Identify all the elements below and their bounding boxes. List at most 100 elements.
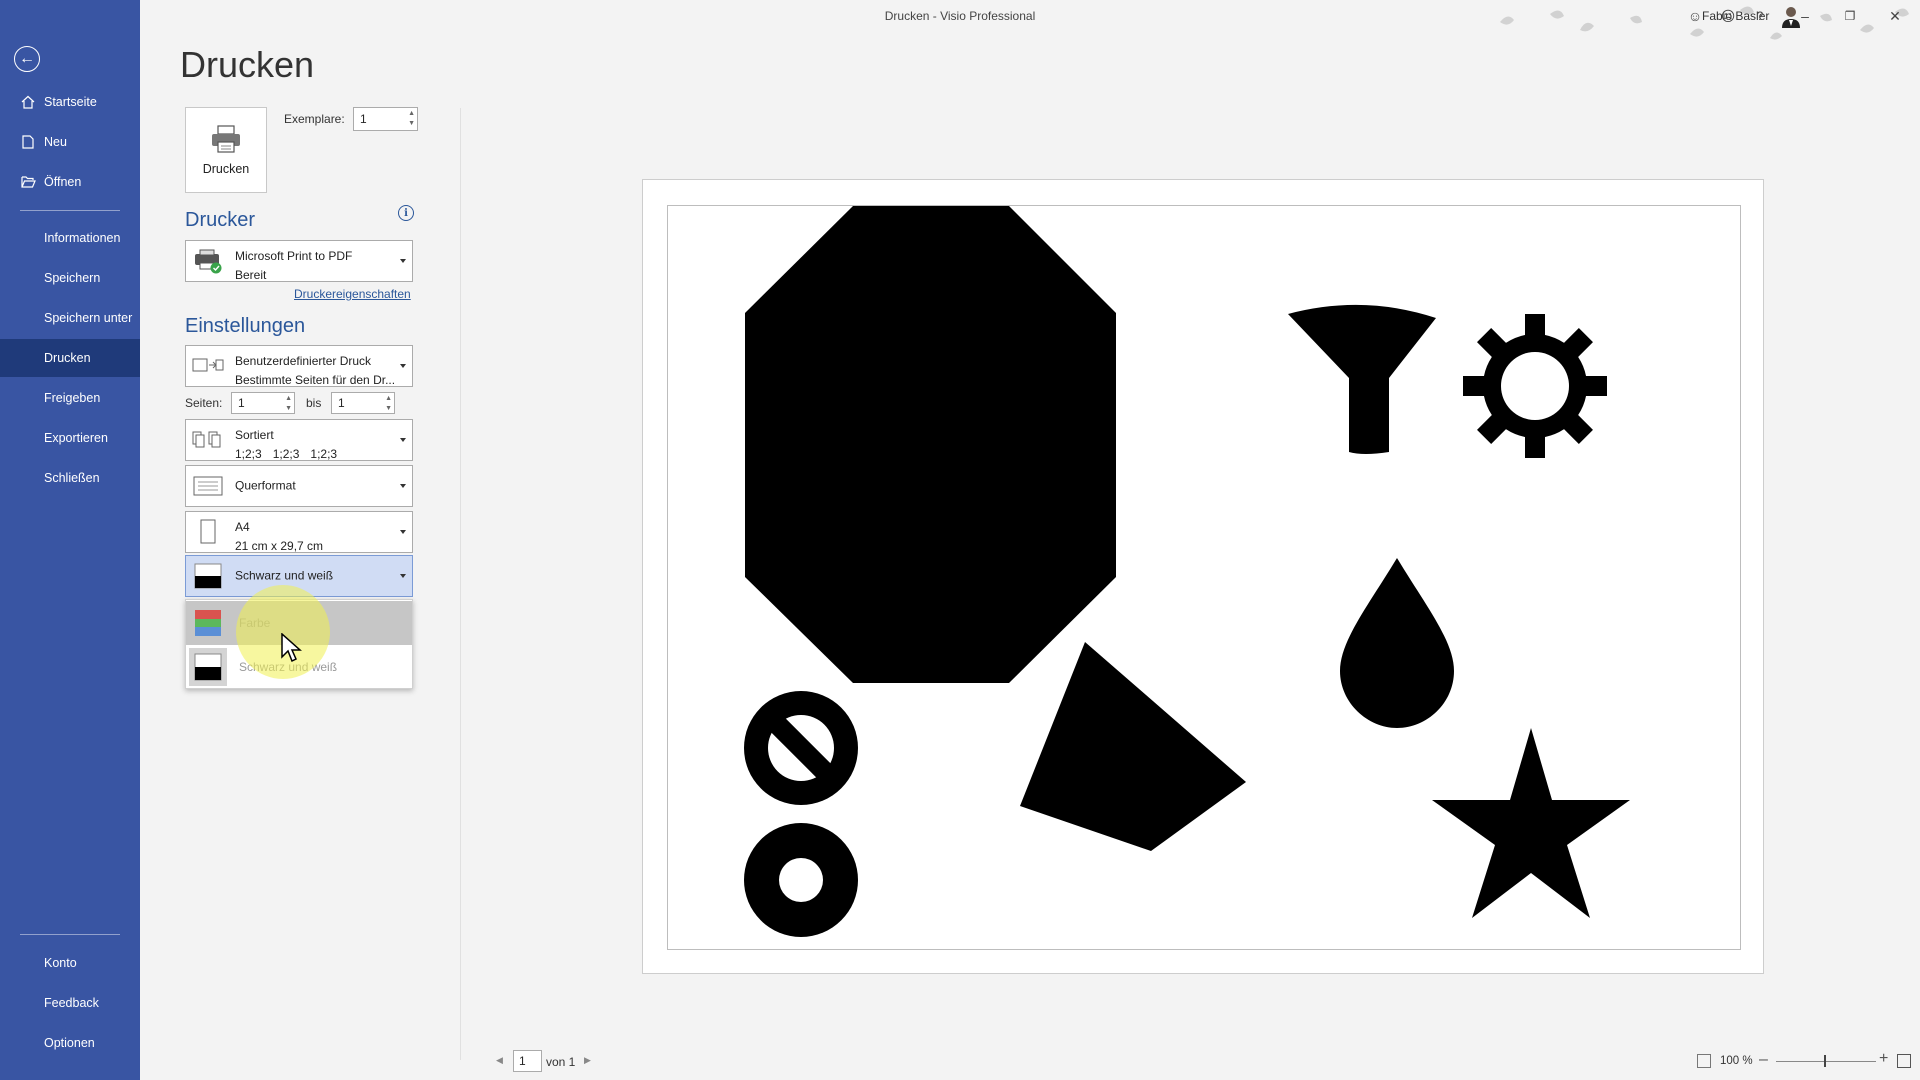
- paper-size-icon: [192, 519, 224, 545]
- sidebar-item-label: Schließen: [44, 471, 100, 485]
- sidebar-item-label: Startseite: [44, 95, 97, 109]
- restore-icon[interactable]: ❐: [1840, 6, 1860, 26]
- print-button-label: Drucken: [202, 162, 250, 176]
- sidebar-item-freigeben[interactable]: Freigeben: [0, 379, 140, 417]
- collation-seq-item: 1;2;3: [235, 447, 262, 461]
- collation-sequence: 1;2;3 1;2;3 1;2;3: [235, 445, 348, 464]
- gear-shape: [1463, 314, 1607, 458]
- funnel-shape: [1288, 304, 1436, 454]
- paper-size-text: A4 21 cm x 29,7 cm: [235, 518, 323, 556]
- octagon-shape: [745, 206, 1116, 683]
- sidebar-item-feedback[interactable]: Feedback: [0, 984, 140, 1022]
- spin-arrows-icon[interactable]: ▲ ▼: [385, 394, 392, 414]
- landscape-icon: [192, 473, 224, 499]
- orientation-dropdown[interactable]: Querformat: [185, 465, 413, 507]
- custom-print-icon: [192, 353, 224, 379]
- pages-from-value: 1: [238, 396, 245, 410]
- sidebar-item-label: Drucken: [44, 351, 91, 365]
- print-preview-page: [642, 179, 1764, 974]
- close-icon[interactable]: ✕: [1885, 6, 1905, 26]
- printer-status: Bereit: [235, 268, 267, 282]
- print-range-line2: Bestimmte Seiten für den Dr...: [235, 373, 396, 387]
- print-range-text: Benutzerdefinierter Druck Bestimmte Seit…: [235, 352, 395, 390]
- previous-page-icon[interactable]: ◀: [496, 1055, 503, 1066]
- black-white-icon: [192, 563, 224, 589]
- sidebar-item-label: Optionen: [44, 1036, 95, 1050]
- collation-dropdown[interactable]: Sortiert 1;2;3 1;2;3 1;2;3: [185, 419, 413, 461]
- printer-ready-icon: [192, 248, 224, 274]
- sidebar-item-exportieren[interactable]: Exportieren: [0, 419, 140, 457]
- collated-pages-icon: [192, 427, 224, 453]
- smiley-icon[interactable]: ☺: [1685, 6, 1705, 26]
- print-button[interactable]: Drucken: [185, 107, 267, 193]
- page-number-input[interactable]: 1: [513, 1050, 542, 1072]
- menu-item-label: Schwarz und weiß: [239, 660, 338, 674]
- page-title: Drucken: [180, 44, 315, 85]
- pages-from-input[interactable]: 1 ▲ ▼: [231, 392, 295, 414]
- pages-to-input[interactable]: 1 ▲ ▼: [331, 392, 395, 414]
- zoom-slider[interactable]: [1776, 1061, 1876, 1062]
- droplet-shape: [1340, 558, 1454, 728]
- sidebar-item-speichern[interactable]: Speichern: [0, 259, 140, 297]
- sidebar-item-label: Neu: [44, 135, 67, 149]
- print-range-line1: Benutzerdefinierter Druck: [235, 354, 372, 368]
- home-icon: [20, 95, 36, 109]
- zoom-out-icon[interactable]: –: [1759, 1051, 1768, 1069]
- printer-properties-link[interactable]: Druckereigenschaften: [294, 287, 411, 301]
- sidebar-item-schliessen[interactable]: Schließen: [0, 459, 140, 497]
- sidebar-item-label: Konto: [44, 956, 77, 970]
- sidebar-item-drucken[interactable]: Drucken: [0, 339, 140, 377]
- donut-shape: [744, 823, 858, 937]
- printer-dropdown[interactable]: Microsoft Print to PDF Bereit: [185, 240, 413, 282]
- chevron-down-icon: [400, 574, 406, 578]
- page-number-value: 1: [519, 1054, 526, 1068]
- menu-item-farbe[interactable]: Farbe: [186, 601, 412, 645]
- sidebar-item-label: Informationen: [44, 231, 121, 245]
- minimize-icon[interactable]: –: [1795, 6, 1815, 26]
- pages-label: Seiten:: [185, 396, 223, 410]
- panel-divider: [460, 108, 461, 1060]
- chevron-down-icon: [400, 438, 406, 442]
- color-mode-dropdown[interactable]: Schwarz und weiß: [185, 555, 413, 597]
- sidebar-item-optionen[interactable]: Optionen: [0, 1024, 140, 1062]
- color-mode-value: Schwarz und weiß: [235, 568, 334, 583]
- backstage-sidebar: ← Startseite Neu Öffnen Informationen Sp…: [0, 0, 140, 1080]
- help-icon[interactable]: ?: [1750, 6, 1770, 26]
- sidebar-item-label: Feedback: [44, 996, 99, 1010]
- print-range-dropdown[interactable]: Benutzerdefinierter Druck Bestimmte Seit…: [185, 345, 413, 387]
- sidebar-item-oeffnen[interactable]: Öffnen: [0, 163, 140, 201]
- show-margins-icon[interactable]: [1697, 1054, 1711, 1068]
- copies-stepper[interactable]: 1 ▲ ▼: [353, 107, 418, 131]
- sidebar-item-label: Speichern: [44, 271, 101, 285]
- title-bar: Drucken - Visio Professional Fabio Basle…: [140, 0, 1920, 40]
- settings-section-title: Einstellungen: [185, 315, 306, 337]
- copies-label: Exemplare:: [284, 112, 345, 126]
- orientation-value: Querformat: [235, 478, 296, 493]
- sidebar-item-neu[interactable]: Neu: [0, 123, 140, 161]
- fit-page-icon[interactable]: [1897, 1054, 1911, 1068]
- back-arrow-icon[interactable]: ←: [14, 46, 40, 72]
- menu-item-schwarz-und-weiss[interactable]: Schwarz und weiß: [186, 645, 412, 689]
- sidebar-item-label: Speichern unter: [44, 311, 133, 325]
- zoom-level: 100 %: [1720, 1055, 1753, 1067]
- spin-arrows-icon[interactable]: ▲ ▼: [408, 109, 415, 129]
- pages-to-value: 1: [338, 396, 345, 410]
- color-mode-menu: Farbe Schwarz und weiß: [185, 599, 413, 689]
- spin-arrows-icon[interactable]: ▲ ▼: [285, 394, 292, 414]
- sidebar-item-label: Exportieren: [44, 431, 108, 445]
- sidebar-item-startseite[interactable]: Startseite: [0, 83, 140, 121]
- zoom-slider-thumb[interactable]: [1824, 1055, 1826, 1067]
- zoom-in-icon[interactable]: +: [1879, 1050, 1888, 1068]
- menu-item-label: Farbe: [239, 616, 271, 630]
- star-shape: [1432, 728, 1630, 918]
- frown-icon[interactable]: ☹: [1718, 6, 1738, 26]
- page-border: [667, 205, 1741, 950]
- paper-size-dropdown[interactable]: A4 21 cm x 29,7 cm: [185, 511, 413, 553]
- next-page-icon[interactable]: ▶: [584, 1055, 591, 1066]
- sidebar-divider: [20, 210, 120, 211]
- sidebar-item-speichern-unter[interactable]: Speichern unter: [0, 299, 140, 337]
- collation-text: Sortiert 1;2;3 1;2;3 1;2;3: [235, 426, 348, 464]
- sidebar-item-informationen[interactable]: Informationen: [0, 219, 140, 257]
- sidebar-item-konto[interactable]: Konto: [0, 944, 140, 982]
- info-icon[interactable]: i: [398, 205, 414, 221]
